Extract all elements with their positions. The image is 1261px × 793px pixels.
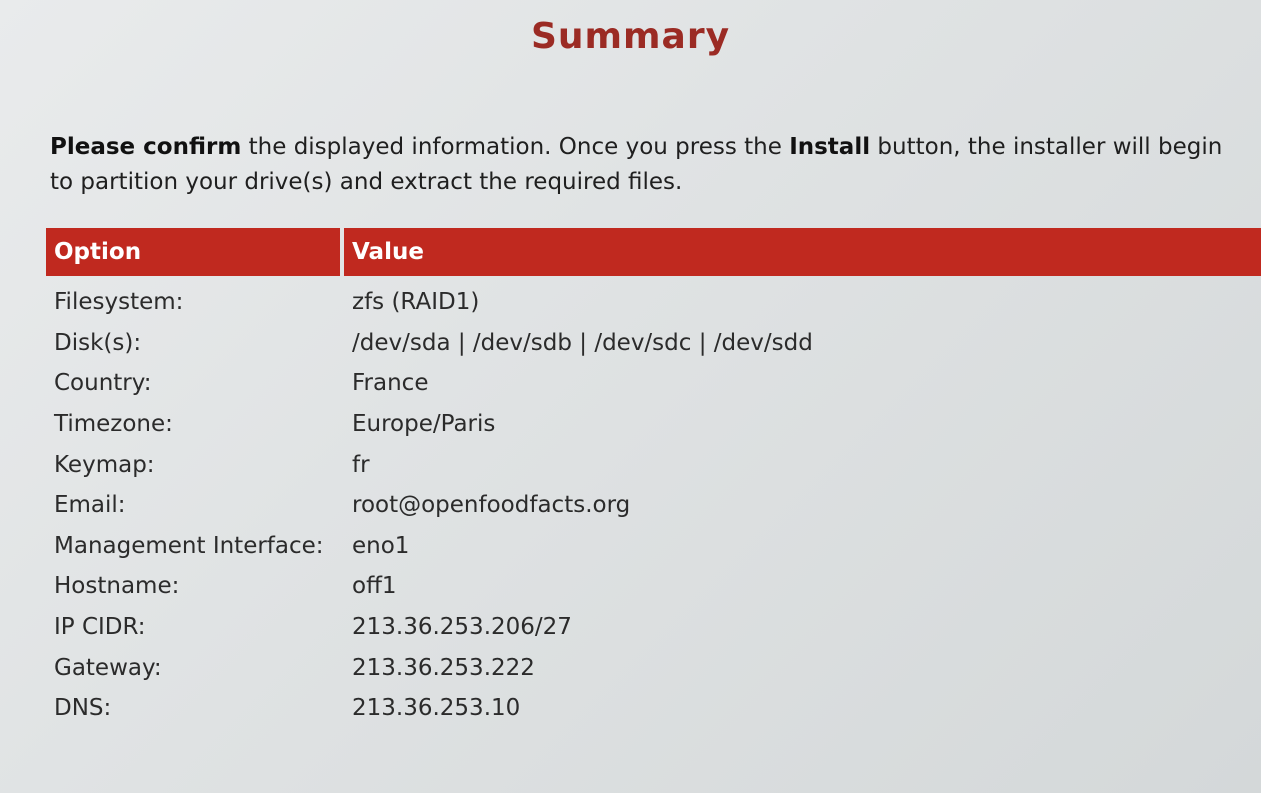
table-header: Option Value (46, 228, 1261, 276)
option-label: Country: (54, 370, 152, 397)
option-label: Email: (54, 492, 126, 519)
table-row: Country: France (46, 363, 1261, 404)
option-value: off1 (352, 573, 397, 600)
table-row: Timezone: Europe/Paris (46, 404, 1261, 445)
intro-text-1: the displayed information. Once you pres… (241, 134, 790, 160)
table-row: Email: root@openfoodfacts.org (46, 485, 1261, 526)
column-header-value: Value (344, 228, 1261, 276)
intro-bold-install: Install (789, 134, 871, 160)
option-label: Gateway: (54, 654, 162, 681)
table-row: Keymap: fr (46, 444, 1261, 485)
option-value: fr (352, 451, 370, 478)
option-label: IP CIDR: (54, 614, 146, 641)
option-value: 213.36.253.10 (352, 695, 521, 722)
option-label: Hostname: (54, 573, 180, 600)
summary-page: Summary Please confirm the displayed inf… (0, 0, 1261, 793)
confirmation-message: Please confirm the displayed information… (50, 130, 1240, 200)
table-row: Hostname: off1 (46, 566, 1261, 607)
summary-table: Option Value Filesystem: zfs (RAID1) Dis… (46, 228, 1261, 729)
option-label: Timezone: (54, 411, 173, 438)
option-label: Management Interface: (54, 532, 324, 559)
intro-bold-confirm: Please confirm (50, 134, 242, 160)
option-label: Keymap: (54, 451, 155, 478)
option-value: Europe/Paris (352, 411, 496, 438)
option-value: eno1 (352, 532, 410, 559)
table-row: IP CIDR: 213.36.253.206/27 (46, 607, 1261, 648)
option-value: 213.36.253.222 (352, 654, 535, 681)
option-value: France (352, 370, 429, 397)
option-label: Filesystem: (54, 289, 184, 316)
table-row: Gateway: 213.36.253.222 (46, 647, 1261, 688)
option-value: 213.36.253.206/27 (352, 614, 572, 641)
table-row: DNS: 213.36.253.10 (46, 688, 1261, 729)
option-label: Disk(s): (54, 329, 142, 356)
table-row: Management Interface: eno1 (46, 526, 1261, 567)
page-title: Summary (530, 16, 731, 57)
table-body: Filesystem: zfs (RAID1) Disk(s): /dev/sd… (46, 282, 1261, 729)
column-header-option: Option (46, 228, 340, 276)
option-value: /dev/sda | /dev/sdb | /dev/sdc | /dev/sd… (352, 329, 813, 356)
option-value: root@openfoodfacts.org (352, 492, 631, 519)
option-label: DNS: (54, 695, 112, 722)
table-row: Filesystem: zfs (RAID1) (46, 282, 1261, 323)
option-value: zfs (RAID1) (352, 289, 480, 316)
table-row: Disk(s): /dev/sda | /dev/sdb | /dev/sdc … (46, 323, 1261, 364)
